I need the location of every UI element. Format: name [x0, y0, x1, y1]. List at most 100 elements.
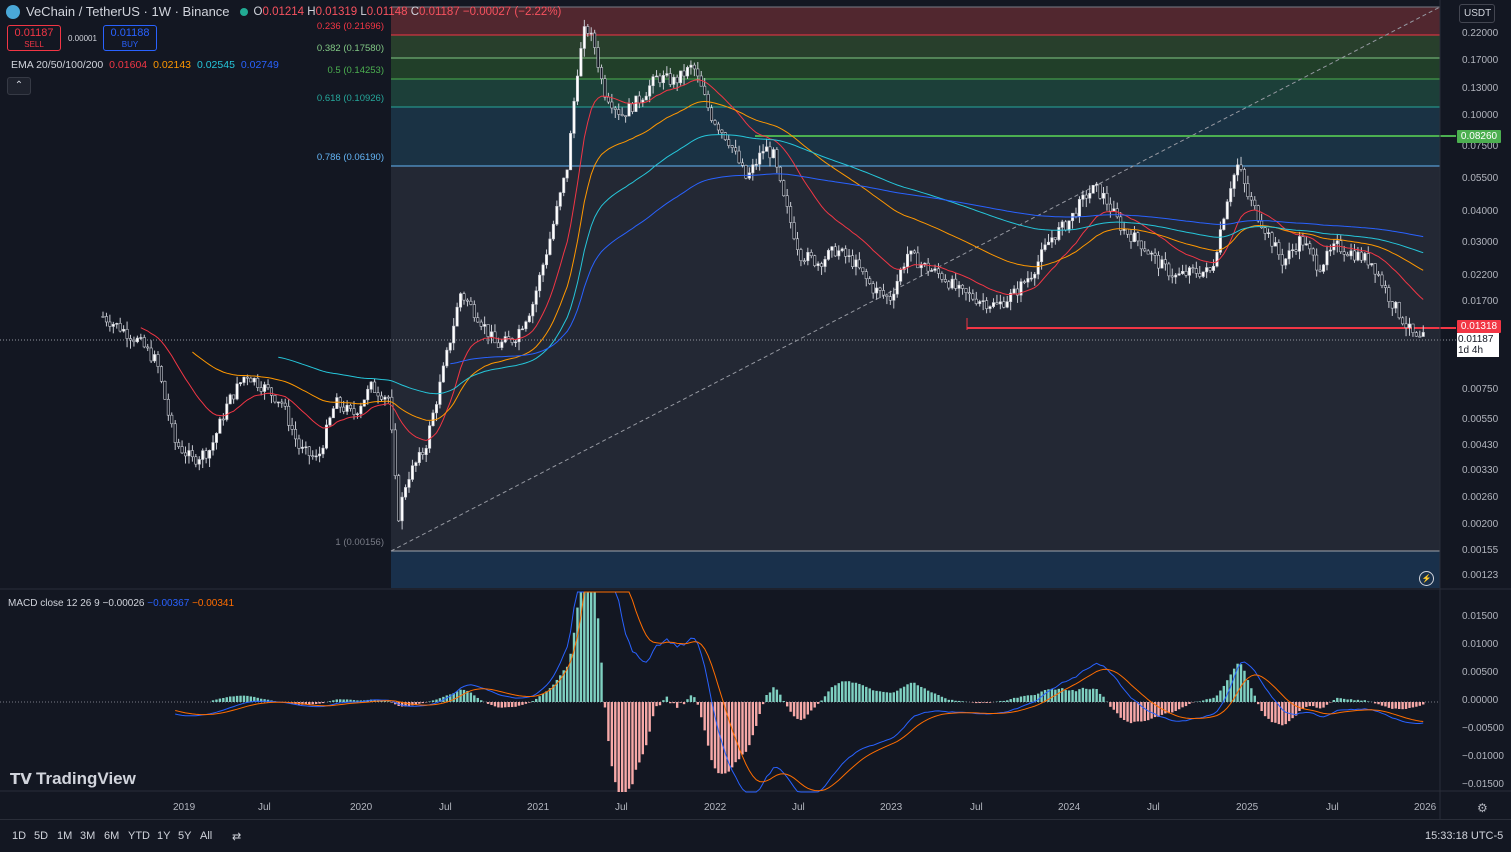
- time-axis-label: Jul: [970, 802, 983, 813]
- macd-bar: [1095, 689, 1097, 702]
- calendar-range-icon[interactable]: ⇄: [232, 830, 241, 843]
- candle-body: [105, 316, 107, 321]
- vechain-logo-icon: [6, 5, 20, 19]
- macd-bar: [1216, 695, 1218, 702]
- candle-body: [1419, 336, 1421, 337]
- candle-body: [927, 263, 929, 271]
- macd-bar: [865, 687, 867, 702]
- candle-body: [477, 318, 479, 322]
- flash-icon[interactable]: ⚡: [1419, 571, 1434, 586]
- candle-body: [1185, 271, 1187, 275]
- candle-body: [188, 451, 190, 456]
- gear-icon[interactable]: ⚙: [1477, 801, 1488, 815]
- macd-bar: [762, 702, 764, 704]
- macd-bar: [590, 592, 592, 702]
- candle-body: [1157, 255, 1159, 268]
- candle-body: [501, 342, 503, 348]
- range-button-1m[interactable]: 1M: [57, 830, 72, 842]
- fib-label-0382: 0.382 (0.17580): [264, 43, 384, 54]
- candle-body: [934, 269, 936, 271]
- macd-legend[interactable]: MACD close 12 26 9 −0.00026 −0.00367 −0.…: [8, 598, 234, 609]
- ema-20-value: 0.01604: [109, 59, 147, 71]
- candle-body: [342, 407, 344, 411]
- candle-body: [494, 332, 496, 343]
- candle-body: [662, 75, 664, 82]
- candle-body: [869, 279, 871, 284]
- candle-body: [525, 322, 527, 329]
- macd-bar: [525, 702, 527, 704]
- macd-bar: [951, 700, 953, 702]
- candle-body: [157, 354, 159, 366]
- candle-body: [226, 404, 228, 420]
- macd-bar: [1298, 702, 1300, 711]
- price-axis-label: 0.10000: [1462, 110, 1498, 121]
- macd-bar: [470, 693, 472, 702]
- candle-body: [305, 447, 307, 448]
- candle-body: [229, 395, 231, 404]
- symbol-title[interactable]: VeChain / TetherUS · 1W · Binance: [26, 4, 230, 19]
- candle-body: [1322, 265, 1324, 272]
- symbol-legend[interactable]: VeChain / TetherUS · 1W · Binance O0.012…: [6, 4, 561, 19]
- price-axis-label: 0.00200: [1462, 519, 1498, 530]
- candle-body: [195, 457, 197, 464]
- collapse-legend-button[interactable]: ⌃: [7, 77, 31, 95]
- candle-body: [470, 301, 472, 304]
- macd-bar: [800, 702, 802, 720]
- candle-body: [422, 452, 424, 454]
- candle-body: [1305, 244, 1307, 245]
- currency-selector[interactable]: USDT: [1459, 4, 1495, 23]
- time-axis-label: Jul: [615, 802, 628, 813]
- candle-body: [638, 96, 640, 103]
- candle-body: [1202, 272, 1204, 277]
- candle-body: [1171, 276, 1173, 277]
- candle-body: [607, 97, 609, 102]
- range-button-all[interactable]: All: [200, 830, 212, 842]
- candle-body: [109, 322, 111, 326]
- range-button-6m[interactable]: 6M: [104, 830, 119, 842]
- candle-body: [1346, 254, 1348, 256]
- candle-body: [136, 338, 138, 342]
- macd-bar: [611, 702, 613, 766]
- macd-bar: [1126, 702, 1128, 722]
- range-button-ytd[interactable]: YTD: [128, 830, 150, 842]
- macd-bar: [989, 702, 991, 703]
- candle-body: [452, 326, 454, 343]
- macd-bar: [428, 701, 430, 702]
- macd-bar: [1037, 694, 1039, 702]
- tradingview-logo[interactable]: 𝗧𝗩 TradingView: [10, 769, 136, 789]
- chart-canvas[interactable]: [0, 0, 1511, 851]
- range-button-1d[interactable]: 1D: [12, 830, 26, 842]
- macd-bar: [318, 702, 320, 704]
- macd-bar: [1016, 698, 1018, 702]
- ema-legend[interactable]: EMA 20/50/100/200 0.01604 0.02143 0.0254…: [8, 59, 279, 71]
- sell-button[interactable]: 0.01187SELL: [7, 25, 61, 51]
- range-button-1y[interactable]: 1Y: [157, 830, 170, 842]
- macd-bar: [745, 702, 747, 752]
- candle-body: [930, 270, 932, 271]
- range-button-3m[interactable]: 3M: [80, 830, 95, 842]
- candle-body: [521, 329, 523, 330]
- macd-bar: [930, 692, 932, 702]
- macd-bar: [1322, 702, 1324, 708]
- candle-body: [1051, 238, 1053, 242]
- candle-body: [1147, 251, 1149, 254]
- candle-body: [411, 466, 413, 480]
- macd-bar: [831, 687, 833, 702]
- clock[interactable]: 15:33:18 UTC-5: [1425, 830, 1503, 842]
- range-button-5y[interactable]: 5Y: [178, 830, 191, 842]
- candle-body: [635, 96, 637, 112]
- macd-bar: [508, 702, 510, 707]
- range-button-5d[interactable]: 5D: [34, 830, 48, 842]
- macd-bar: [765, 695, 767, 702]
- macd-bar: [789, 702, 791, 712]
- candle-body: [951, 279, 953, 288]
- candle-body: [793, 222, 795, 238]
- candle-body: [1250, 197, 1252, 200]
- macd-bar: [232, 696, 234, 702]
- candle-body: [752, 165, 754, 173]
- macd-bar: [979, 702, 981, 703]
- candle-body: [260, 388, 262, 392]
- buy-button[interactable]: 0.01188BUY: [103, 25, 157, 51]
- green-level-tag: 0.08260: [1457, 130, 1501, 143]
- candle-body: [958, 285, 960, 288]
